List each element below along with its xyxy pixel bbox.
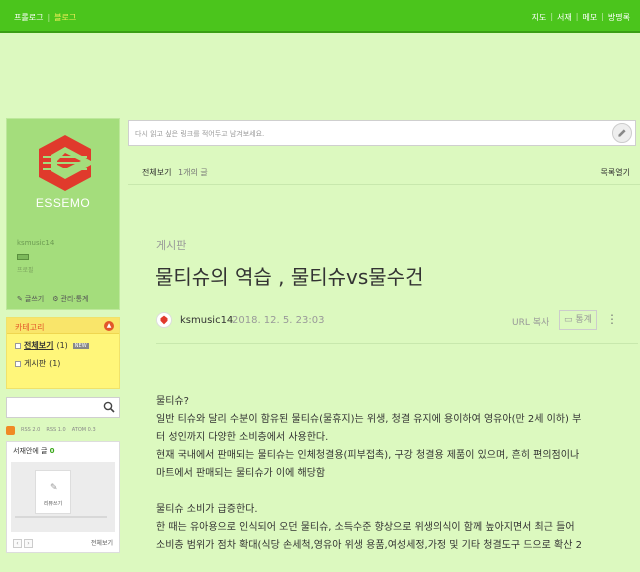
- user-id[interactable]: ksmusic14: [17, 239, 54, 247]
- url-copy-button[interactable]: URL 복사: [512, 315, 549, 328]
- category-item-board[interactable]: 게시판 (1): [15, 358, 60, 369]
- rss-links: RSS 2.0 RSS 1.0 ATOM 0.3: [6, 425, 120, 435]
- pen-icon: ✎: [50, 483, 58, 493]
- library-pager: ‹ ›: [13, 539, 33, 548]
- next-arrow-icon[interactable]: ›: [24, 539, 33, 548]
- top-left-links: 프롤로그 | 블로그: [14, 12, 76, 23]
- library-shelf: ✎ 리뷰쓰기: [11, 462, 115, 532]
- post-line: 물티슈 소비가 급증한다.: [156, 504, 258, 515]
- shelf-line: [15, 516, 107, 518]
- list-toggle-button[interactable]: 목록열기: [601, 167, 630, 178]
- map-link[interactable]: 지도: [532, 12, 547, 23]
- collapse-arrow-icon[interactable]: ▲: [104, 321, 114, 331]
- list-title: 전체보기: [142, 168, 172, 177]
- post-line: 한 때는 유아용으로 인식되어 오던 물티슈, 소득수준 향상으로 위생의식이 …: [156, 522, 575, 533]
- prev-arrow-icon[interactable]: ‹: [13, 539, 22, 548]
- category-title: 카테고리: [15, 323, 45, 332]
- post-meta: ksmusic14 2018. 12. 5. 23:03 URL 복사 ▭ 통계…: [156, 310, 618, 332]
- admin-label: 관리·통계: [60, 295, 89, 303]
- post-line: 일반 티슈와 달리 수분이 함유된 물티슈(물휴지)는 위생, 청결 유지에 용…: [156, 414, 582, 425]
- category-item-all[interactable]: 전체보기 (1) NEW: [15, 340, 89, 351]
- folder-icon: [15, 342, 21, 349]
- rss-icon: [6, 425, 15, 435]
- chart-icon: ▭: [564, 315, 573, 325]
- library-count: 0: [49, 447, 55, 455]
- post-line: 터 성인까지 다양한 소비층에서 사용한다.: [156, 432, 329, 443]
- post-line: 현재 국내에서 판매되는 물티슈는 인체청결용(피부접촉), 구강 청결용 제품…: [156, 450, 580, 461]
- post-title: 물티슈의 역습 , 물티슈vs물수건: [155, 265, 424, 289]
- essemo-logo-icon: [39, 135, 91, 191]
- rss-2-link[interactable]: RSS 2.0: [21, 427, 40, 433]
- write-label: 글쓰기: [24, 295, 45, 303]
- top-navigation-bar: 프롤로그 | 블로그 지도 | 서재 | 메모 | 방명록: [0, 0, 640, 33]
- library-widget: 서재안에 글 0 ✎ 리뷰쓰기 ‹ › 전체보기: [6, 441, 120, 553]
- divider: [156, 343, 638, 344]
- category-box: 카테고리 ▲ 전체보기 (1) NEW 게시판 (1): [6, 317, 120, 389]
- post-category[interactable]: 게시판: [156, 237, 186, 253]
- avatar[interactable]: [156, 312, 172, 328]
- post-list-header: 전체보기 1개의 글: [142, 167, 208, 178]
- library-view-all[interactable]: 전체보기: [91, 538, 113, 547]
- search-icon[interactable]: [103, 401, 115, 413]
- sidebar-search-input[interactable]: [6, 397, 120, 418]
- pencil-icon[interactable]: [612, 123, 632, 143]
- divider: [128, 184, 640, 185]
- category-header: 카테고리 ▲: [7, 318, 119, 334]
- post-date: 2018. 12. 5. 23:03: [232, 315, 325, 326]
- post-line: 소비층 범위가 점차 확대(식당 손세척,영유아 위생 용품,여성세정,가정 및…: [156, 540, 582, 551]
- category-count: (1): [49, 359, 61, 368]
- rss-1-link[interactable]: RSS 1.0: [46, 427, 65, 433]
- category-count: (1): [56, 341, 68, 350]
- review-card[interactable]: ✎ 리뷰쓰기: [35, 470, 71, 514]
- post-body: 물티슈? 일반 티슈와 달리 수분이 함유된 물티슈(물휴지)는 위생, 청결 …: [156, 393, 612, 555]
- library-title-text: 서재안에 글: [13, 447, 48, 455]
- post-author[interactable]: ksmusic14: [180, 315, 233, 326]
- post-line: 물티슈?: [156, 396, 189, 407]
- write-link[interactable]: ✎ 글쓰기: [17, 294, 44, 304]
- profile-box: ESSEMO ksmusic14 프로필 ✎ 글쓰기 ⚙ 관리·통계: [6, 118, 120, 310]
- separator: |: [47, 13, 51, 22]
- top-right-links: 지도 | 서재 | 메모 | 방명록: [532, 12, 630, 23]
- separator: |: [575, 12, 579, 21]
- guestbook-link[interactable]: 방명록: [608, 12, 630, 23]
- profile-links: ✎ 글쓰기 ⚙ 관리·통계: [17, 294, 88, 304]
- logo-text: ESSEMO: [35, 196, 91, 210]
- more-options-icon[interactable]: ⋮: [606, 312, 618, 326]
- list-count: 1개의 글: [178, 168, 208, 177]
- link-memo-placeholder: 다시 읽고 싶은 링크를 적어두고 남겨보세요.: [135, 130, 265, 138]
- post-line: 마트에서 판매되는 물티슈가 이에 해당함: [156, 468, 326, 479]
- link-memo-input[interactable]: 다시 읽고 싶은 링크를 적어두고 남겨보세요.: [128, 120, 636, 146]
- stats-label: 통계: [575, 315, 592, 325]
- folder-icon: [15, 360, 21, 367]
- new-badge: NEW: [72, 342, 89, 349]
- review-card-label: 리뷰쓰기: [43, 501, 63, 507]
- library-link[interactable]: 서재: [557, 12, 572, 23]
- atom-link[interactable]: ATOM 0.3: [72, 427, 96, 433]
- stats-button[interactable]: ▭ 통계: [559, 310, 597, 330]
- prologue-link[interactable]: 프롤로그: [14, 12, 43, 23]
- pencil-icon: ✎: [17, 295, 23, 303]
- admin-link[interactable]: ⚙ 관리·통계: [52, 294, 88, 304]
- memo-link[interactable]: 메모: [582, 12, 597, 23]
- separator: |: [550, 12, 554, 21]
- library-widget-title: 서재안에 글 0: [13, 446, 55, 456]
- profile-subtitle[interactable]: 프로필: [17, 265, 34, 274]
- main-content: 다시 읽고 싶은 링크를 적어두고 남겨보세요. 전체보기 1개의 글 목록열기…: [128, 120, 640, 572]
- category-label: 전체보기: [24, 341, 54, 350]
- separator: |: [601, 12, 604, 21]
- sidebar: ESSEMO ksmusic14 프로필 ✎ 글쓰기 ⚙ 관리·통계 카테고리 ▲ …: [6, 118, 120, 553]
- profile-badge-icon: [17, 254, 29, 260]
- gear-icon: ⚙: [52, 295, 59, 303]
- blog-link[interactable]: 블로그: [54, 12, 76, 23]
- category-label: 게시판: [24, 359, 47, 368]
